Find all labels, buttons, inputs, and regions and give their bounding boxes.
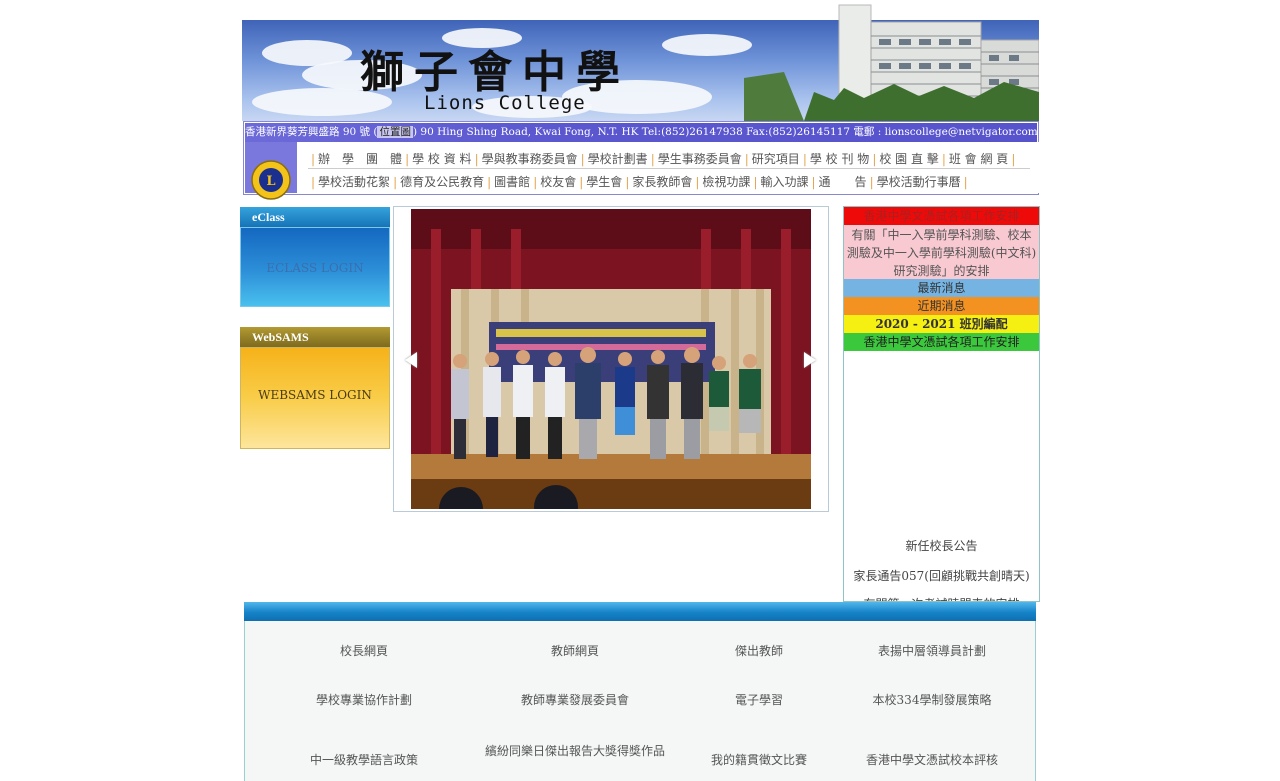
nav-item-school-plan[interactable]: 學校計劃書 xyxy=(588,152,648,166)
logo-panel: L xyxy=(245,142,295,200)
recent-news-link[interactable]: 近期消息 xyxy=(844,297,1039,315)
nav-item-learning-teaching[interactable]: 學與教事務委員會 xyxy=(482,152,578,166)
nav-item-alumni[interactable]: 校友會 xyxy=(540,175,576,189)
parent-notice-link[interactable]: 家長通告057(回顧挑戰共創晴天) xyxy=(844,567,1039,584)
essay-competition-link[interactable]: 我的籍貫徵文比賽 xyxy=(659,751,859,768)
eclass-header: eClass xyxy=(240,207,390,227)
chevron-right-icon[interactable] xyxy=(804,352,816,368)
school-banner: 獅子會中學 Lions College xyxy=(242,0,1039,121)
nav-item-student-union[interactable]: 學生會 xyxy=(586,175,622,189)
school-building-image xyxy=(744,4,1039,121)
address-prefix: 香港新界葵芳興盛路 90 號 ( xyxy=(245,126,378,138)
links-header-bar xyxy=(244,602,1036,621)
school-name-chinese: 獅子會中學 xyxy=(360,47,630,98)
navigation-panel: 香港新界葵芳興盛路 90 號 (位置圖) 90 Hing Shing Road,… xyxy=(243,121,1039,200)
fun-day-award-link[interactable]: 繽紛同樂日傑出報告大獎得獎作品 xyxy=(475,742,675,759)
nav-item-campus-live[interactable]: 校 園 直 擊 xyxy=(879,152,938,166)
new-principal-notice-link[interactable]: 新任校長公告 xyxy=(844,537,1039,554)
slideshow-photo[interactable] xyxy=(411,209,811,509)
websams-login-button[interactable]: WEBSAMS LOGIN xyxy=(240,347,390,449)
photo-slideshow xyxy=(393,206,829,512)
address-bar: 香港新界葵芳興盛路 90 號 (位置圖) 90 Hing Shing Road,… xyxy=(245,123,1037,142)
links-panel: 校長網頁 教師網頁 傑出教師 表揚中層領導員計劃 學校專業協作計劃 教師專業發展… xyxy=(244,621,1036,781)
nav-item-moral-civic[interactable]: 德育及公民教育 xyxy=(400,175,484,189)
elearning-link[interactable]: 電子學習 xyxy=(659,691,859,708)
news-marquee[interactable]: 香港中學文憑試各項工作安排 xyxy=(844,207,1039,225)
latest-news-link[interactable]: 最新消息 xyxy=(844,279,1039,297)
language-policy-link[interactable]: 中一級教學語言政策 xyxy=(264,751,464,768)
teacher-page-link[interactable]: 教師網頁 xyxy=(475,642,675,659)
outstanding-teacher-link[interactable]: 傑出教師 xyxy=(659,642,859,659)
middle-leader-scheme-link[interactable]: 表揚中層領導員計劃 xyxy=(832,642,1032,659)
nav-item-research[interactable]: 研究項目 xyxy=(752,152,800,166)
eclass-login-button[interactable]: ECLASS LOGIN xyxy=(240,227,390,307)
exam-schedule-link[interactable]: 有關第一次考試時間表的安排 xyxy=(844,595,1039,601)
nav-divider xyxy=(308,168,1030,169)
nav-item-pta[interactable]: 家長教師會 xyxy=(632,175,692,189)
news-notice-link[interactable]: 有關「中一入學前學科測驗、校本測驗及中一入學前學科測驗(中文科)研究測驗」的安排 xyxy=(844,225,1039,279)
nav-item-view-homework[interactable]: 檢視功課 xyxy=(702,175,750,189)
teacher-development-link[interactable]: 教師專業發展委員會 xyxy=(475,691,675,708)
nav-item-publications[interactable]: 學 校 刊 物 xyxy=(810,152,869,166)
websams-header: WebSAMS xyxy=(240,327,390,347)
nav-item-enter-homework[interactable]: 輸入功課 xyxy=(760,175,808,189)
chevron-left-icon[interactable] xyxy=(405,352,417,368)
nav-item-school-info[interactable]: 學 校 資 料 xyxy=(412,152,471,166)
address-suffix: ) 90 Hing Shing Road, Kwai Fong, N.T. HK… xyxy=(412,126,1037,138)
nav-item-student-affairs[interactable]: 學生事務委員會 xyxy=(658,152,742,166)
news-panel: 香港中學文憑試各項工作安排 有關「中一入學前學科測驗、校本測驗及中一入學前學科測… xyxy=(843,206,1040,602)
334-strategy-link[interactable]: 本校334學制發展策略 xyxy=(832,691,1032,708)
nav-item-class-pages[interactable]: 班 會 網 頁 xyxy=(949,152,1008,166)
nav-item-sponsor[interactable]: 辦 學 團 體 xyxy=(318,152,402,166)
nav-item-library[interactable]: 圖書館 xyxy=(494,175,530,189)
nav-item-notices[interactable]: 通 告 xyxy=(819,175,867,189)
school-collab-link[interactable]: 學校專業協作計劃 xyxy=(264,691,464,708)
principal-page-link[interactable]: 校長網頁 xyxy=(264,642,464,659)
school-name-english: Lions College xyxy=(424,92,586,114)
nav-item-activities[interactable]: 學校活動花絮 xyxy=(318,175,390,189)
location-map-link[interactable]: 位置圖 xyxy=(377,126,413,138)
nav-row-secondary: | 學校活動花絮 | 德育及公民教育 | 圖書館 | 校友會 | 學生會 | 家長教師會 | 檢視功課 | 輸… xyxy=(311,175,968,189)
dse-arrangement-link[interactable]: 香港中學文憑試各項工作安排 xyxy=(844,333,1039,351)
sba-link[interactable]: 香港中學文憑試校本評核 xyxy=(832,751,1032,768)
svg-text:L: L xyxy=(266,174,275,189)
nav-item-calendar[interactable]: 學校活動行事曆 xyxy=(877,175,961,189)
lions-logo-icon: L xyxy=(251,160,291,200)
nav-row-primary: | 辦 學 團 體 | 學 校 資 料 | 學與教事務委員會 | 學校計劃書 | 學生事務委員會 |… xyxy=(311,152,1016,166)
class-allocation-link[interactable]: 2020 - 2021 班別編配 xyxy=(844,315,1039,333)
